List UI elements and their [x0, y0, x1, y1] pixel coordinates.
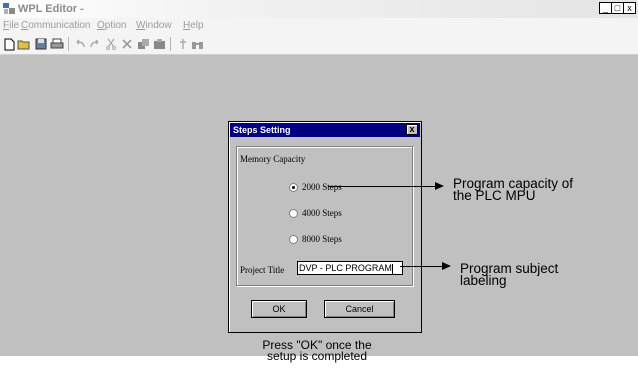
toolbar-separator — [170, 37, 171, 51]
instruction-note-line2: setup is completed — [266, 349, 368, 363]
ok-button[interactable]: OK — [251, 300, 307, 318]
subject-annotation-line2: labeling — [460, 273, 507, 288]
dialog-close-button[interactable]: x — [406, 124, 418, 135]
redo-icon[interactable] — [88, 37, 102, 51]
subject-arrow-head — [442, 262, 451, 270]
memory-capacity-label: Memory Capacity — [240, 154, 306, 164]
project-title-label: Project Title — [240, 265, 285, 275]
option-4000-steps[interactable]: 4000 Steps — [289, 208, 342, 218]
save-icon[interactable] — [34, 37, 48, 51]
subject-annotation: Program subject labeling — [460, 262, 558, 288]
binoculars-icon[interactable] — [190, 37, 204, 51]
menu-bar: File Communication Option Window Help — [0, 18, 638, 34]
radio-button[interactable] — [289, 208, 298, 218]
option-label: 2000 Steps — [302, 182, 342, 192]
copy-icon[interactable] — [136, 37, 150, 51]
delete-icon[interactable] — [120, 37, 134, 51]
open-folder-icon[interactable] — [17, 37, 31, 51]
capacity-annotation-line2: the PLC MPU — [453, 188, 536, 203]
option-label: 8000 Steps — [302, 234, 342, 244]
cancel-button[interactable]: Cancel — [324, 300, 395, 318]
menu-window[interactable]: Window — [136, 20, 172, 32]
new-file-icon[interactable] — [2, 37, 16, 51]
window-controls: _ □ x — [599, 2, 636, 14]
paste-icon[interactable] — [152, 37, 166, 51]
capacity-arrow-line — [328, 186, 436, 187]
capacity-annotation: Program capacity of the PLC MPU — [453, 177, 573, 203]
toolbar-separator — [68, 37, 69, 51]
title-bar: WPL Editor - _ □ x — [0, 0, 638, 18]
instruction-note: Press "OK" once the setup is completed — [262, 339, 372, 363]
dialog-title: Steps Setting — [233, 125, 291, 135]
dialog-title-bar: Steps Setting x — [230, 123, 420, 137]
menu-file[interactable]: File — [3, 20, 19, 32]
text-caret — [391, 263, 393, 274]
radio-button[interactable] — [289, 234, 298, 244]
toolbar — [0, 34, 638, 55]
memory-capacity-group: Memory Capacity 2000 Steps 4000 Steps 80… — [236, 146, 413, 286]
option-label: 4000 Steps — [302, 208, 342, 218]
cut-icon[interactable] — [104, 37, 118, 51]
close-window-button[interactable]: x — [623, 2, 636, 14]
menu-help[interactable]: Help — [183, 20, 204, 32]
radio-button-checked[interactable] — [289, 182, 298, 192]
capacity-arrow-head — [435, 182, 444, 190]
undo-icon[interactable] — [73, 37, 87, 51]
project-title-input[interactable]: DVP - PLC PROGRAM — [297, 261, 403, 275]
print-icon[interactable] — [50, 37, 64, 51]
option-2000-steps[interactable]: 2000 Steps — [289, 182, 342, 192]
app-logo-icon — [3, 3, 15, 14]
find-icon[interactable] — [176, 37, 190, 51]
steps-setting-dialog: Steps Setting x Memory Capacity 2000 Ste… — [228, 121, 422, 333]
option-8000-steps[interactable]: 8000 Steps — [289, 234, 342, 244]
menu-communication[interactable]: Communication — [21, 20, 91, 32]
subject-arrow-line — [400, 266, 443, 267]
window-title: WPL Editor - — [18, 3, 84, 15]
menu-option[interactable]: Option — [97, 20, 126, 32]
